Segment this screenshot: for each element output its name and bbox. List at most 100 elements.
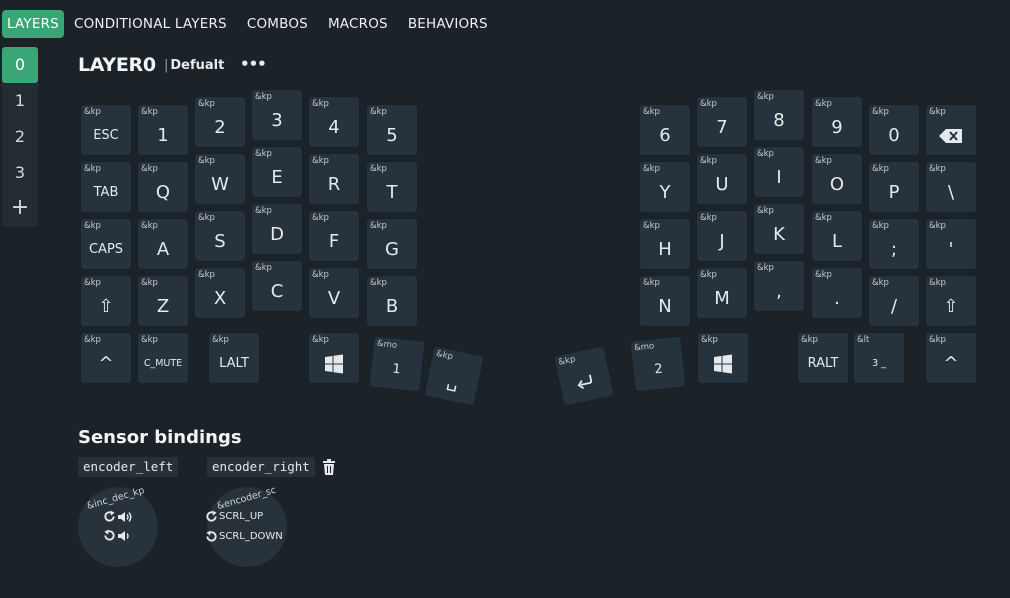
key-f[interactable]: &kp F [308,210,360,262]
key-w[interactable]: &kp W [194,153,246,205]
tab-macros[interactable]: MACROS [318,10,398,38]
key-lcaret[interactable]: &kp ^ [80,332,132,384]
key-binding: &kp [255,92,272,102]
key-p[interactable]: &kp P [868,161,920,213]
encoder-right-ccw-label: SCRL_DOWN [219,531,283,542]
key-h[interactable]: &kp H [639,218,691,270]
key-lalt[interactable]: &kp LALT [208,332,260,384]
add-layer-button[interactable]: + [2,191,38,227]
key-j[interactable]: &kp J [696,210,748,262]
key-enter[interactable]: &kp [553,345,615,407]
key-binding: &kp [312,335,329,345]
key-s[interactable]: &kp S [194,210,246,262]
key-g[interactable]: &kp G [366,218,418,270]
encoder-right-binding[interactable]: &encoder_sc SCRL_UP SCRL_DOWN [206,485,287,567]
layer-item-0[interactable]: 0 [2,47,38,83]
key-z[interactable]: &kp Z [137,275,189,327]
key-comma[interactable]: &kp, [753,260,805,312]
key-binding: &kp [872,107,889,117]
key-binding: &kp [557,354,577,368]
key-q[interactable]: &kp Q [137,161,189,213]
key-ralt[interactable]: &kp RALT [797,332,849,384]
key-a[interactable]: &kp A [137,218,189,270]
layer-name[interactable]: | Defualt [164,58,224,73]
key-k[interactable]: &kp K [753,203,805,255]
key-n5[interactable]: &kp 5 [366,104,418,156]
tab-conditional-layers[interactable]: CONDITIONAL LAYERS [64,10,237,38]
key-binding: &kp [815,156,832,166]
key-e[interactable]: &kp E [251,146,303,198]
tab-behaviors[interactable]: BEHAVIORS [398,10,498,38]
key-esc[interactable]: &kp ESC [80,104,132,156]
key-label: 1 [157,125,169,146]
key-label: RALT [807,356,839,371]
tab-layers[interactable]: LAYERS [2,10,64,38]
key-n[interactable]: &kp N [639,275,691,327]
key-d[interactable]: &kp D [251,203,303,255]
key-label: I [776,167,782,188]
key-n7[interactable]: &kp 7 [696,96,748,148]
enter-arrow-icon [558,362,613,402]
key-rshift[interactable]: &kp ⇧ [925,275,977,327]
key-mo2[interactable]: &mo 2 [629,335,687,393]
key-label: L [831,231,843,252]
layer-item-2[interactable]: 2 [2,119,38,155]
key-y[interactable]: &kp Y [639,161,691,213]
key-label: S [214,231,226,252]
key-tab[interactable]: &kp TAB [80,161,132,213]
key-n4[interactable]: &kp 4 [308,96,360,148]
key-r[interactable]: &kp R [308,153,360,205]
key-binding: &kp [141,164,158,174]
encoder-left-binding[interactable]: &inc_dec_kp [78,485,158,567]
key-rgui[interactable]: &kp [697,332,749,384]
key-binding: &kp [700,270,717,280]
key-label: V [327,288,341,309]
key-bslh[interactable]: &kp \ [925,161,977,213]
key-fslh[interactable]: &kp / [868,275,920,327]
tab-combos[interactable]: COMBOS [237,10,318,38]
key-m[interactable]: &kp M [696,267,748,319]
key-n2[interactable]: &kp 2 [194,96,246,148]
key-binding: &mo [633,341,655,354]
key-u[interactable]: &kp U [696,153,748,205]
key-caps[interactable]: &kp CAPS [80,218,132,270]
key-binding: &kp [757,92,774,102]
key-dot[interactable]: &kp. [811,267,863,319]
key-bspc[interactable]: &kp [925,104,977,156]
trash-icon[interactable] [322,459,336,475]
key-i[interactable]: &kp I [753,146,805,198]
more-options-button[interactable]: ••• [240,55,267,73]
key-binding: &kp [801,335,818,345]
key-l[interactable]: &kp L [811,210,863,262]
key-x[interactable]: &kp X [194,267,246,319]
key-label: 4 [328,117,340,138]
key-t[interactable]: &kp T [366,161,418,213]
key-sqt[interactable]: &kp ' [925,218,977,270]
key-space[interactable]: &kp ␣ [423,345,485,407]
key-n6[interactable]: &kp 6 [639,104,691,156]
key-n9[interactable]: &kp 9 [811,96,863,148]
key-lgui[interactable]: &kp [308,332,360,384]
key-n1[interactable]: &kp 1 [137,104,189,156]
key-label: ; [890,239,898,260]
key-c[interactable]: &kp C [251,260,303,312]
key-n0[interactable]: &kp 0 [868,104,920,156]
key-b[interactable]: &kp B [366,275,418,327]
key-lt3[interactable]: &lt 3 _ [853,332,905,384]
top-nav: LAYERS CONDITIONAL LAYERS COMBOS MACROS … [0,10,498,38]
key-lshift[interactable]: &kp ⇧ [80,275,132,327]
key-n8[interactable]: &kp 8 [753,89,805,141]
layer-item-3[interactable]: 3 [2,155,38,191]
key-n3[interactable]: &kp 3 [251,89,303,141]
key-rcaret[interactable]: &kp ^ [925,332,977,384]
key-v[interactable]: &kp V [308,267,360,319]
key-label: 5 [386,125,398,146]
layer-item-1[interactable]: 1 [2,83,38,119]
key-mo1[interactable]: &mo 1 [368,335,426,393]
key-cmute[interactable]: &kp C_MUTE [137,332,189,384]
key-binding: &kp [815,270,832,280]
key-semi[interactable]: &kp; [868,218,920,270]
key-label: C [270,281,284,302]
key-binding: &kp [312,213,329,223]
key-o[interactable]: &kp O [811,153,863,205]
